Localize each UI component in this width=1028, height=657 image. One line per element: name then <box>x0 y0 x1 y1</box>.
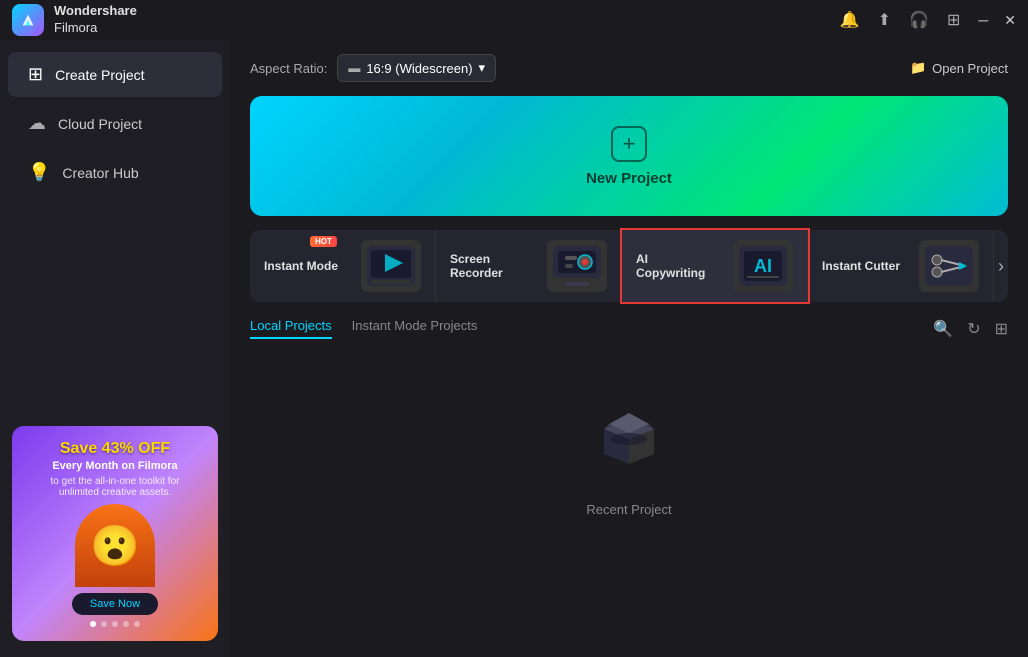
screen-recorder-image <box>547 240 607 292</box>
instant-mode-title: Instant Mode <box>264 259 338 273</box>
toolbar: Aspect Ratio: ▬ 16:9 (Widescreen) ▾ 📁 Op… <box>250 54 1008 82</box>
search-icon[interactable]: 🔍 <box>933 319 953 339</box>
titlebar-left: Wondershare Filmora <box>12 3 137 37</box>
aspect-ratio-icon: ▬ <box>348 61 360 75</box>
dot-3 <box>112 621 118 627</box>
empty-state: Recent Project <box>250 353 1008 553</box>
main-layout: ⊞ Create Project ☁ Cloud Project 💡 Creat… <box>0 40 1028 657</box>
minimize-button[interactable]: ─ <box>978 12 988 28</box>
chevron-right-icon: › <box>998 256 1004 277</box>
app-logo <box>12 4 44 36</box>
ad-save-button[interactable]: Save Now <box>72 593 158 615</box>
open-project-button[interactable]: 📁 Open Project <box>910 60 1008 76</box>
dot-1 <box>90 621 96 627</box>
sidebar-item-label-create-project: Create Project <box>55 67 144 83</box>
open-project-label: Open Project <box>932 61 1008 76</box>
window-controls: ─ ✕ <box>978 12 1016 29</box>
titlebar: Wondershare Filmora 🔔 ⬆ 🎧 ⊞ ─ ✕ <box>0 0 1028 40</box>
sidebar-item-creator-hub[interactable]: 💡 Creator Hub <box>8 150 222 195</box>
sidebar-item-cloud-project[interactable]: ☁ Cloud Project <box>8 101 222 146</box>
hot-badge: HOT <box>310 236 337 247</box>
feature-row-next-button[interactable]: › <box>994 230 1008 302</box>
new-project-card[interactable]: + New Project <box>250 96 1008 216</box>
instant-cutter-title: Instant Cutter <box>822 259 900 273</box>
grid-view-icon[interactable]: ⊞ <box>995 319 1008 339</box>
close-button[interactable]: ✕ <box>1004 12 1016 29</box>
ad-banner: Save 43% OFF Every Month on Filmora to g… <box>12 426 218 641</box>
tab-instant-mode-projects[interactable]: Instant Mode Projects <box>352 318 478 339</box>
feature-card-instant-cutter[interactable]: Instant Cutter <box>808 230 994 302</box>
screen-recorder-title: Screen Recorder <box>450 252 530 280</box>
download-icon[interactable]: ⬆ <box>878 10 891 30</box>
notification-icon[interactable]: 🔔 <box>840 10 860 30</box>
feature-card-ai-copywriting[interactable]: AI Copywriting AI <box>622 230 808 302</box>
empty-box-icon <box>584 389 674 488</box>
titlebar-right: 🔔 ⬆ 🎧 ⊞ ─ ✕ <box>840 10 1016 30</box>
refresh-icon[interactable]: ↻ <box>967 319 980 339</box>
headset-icon[interactable]: 🎧 <box>909 10 929 30</box>
ad-save-text: Save 43% OFF <box>60 440 170 458</box>
dot-4 <box>123 621 129 627</box>
tab-local-projects[interactable]: Local Projects <box>250 318 332 339</box>
cloud-project-icon: ☁ <box>28 113 46 134</box>
new-project-label: New Project <box>586 170 672 187</box>
ad-carousel-dots <box>90 621 140 627</box>
tabs-row: Local Projects Instant Mode Projects 🔍 ↻… <box>250 318 1008 339</box>
aspect-label: Aspect Ratio: <box>250 61 327 76</box>
aspect-value: 16:9 (Widescreen) <box>366 61 472 76</box>
ai-copywriting-image: AI <box>733 240 793 292</box>
chevron-down-icon: ▾ <box>479 60 486 76</box>
feature-card-instant-mode[interactable]: Instant Mode HOT <box>250 230 436 302</box>
aspect-select[interactable]: ▬ 16:9 (Widescreen) ▾ <box>337 54 496 82</box>
ad-body-text: Every Month on Filmora <box>52 460 177 472</box>
ad-person-image <box>75 504 155 587</box>
app-name: Wondershare Filmora <box>54 3 137 37</box>
new-project-plus-icon: + <box>611 126 647 162</box>
tabs-left: Local Projects Instant Mode Projects <box>250 318 477 339</box>
dot-5 <box>134 621 140 627</box>
aspect-section: Aspect Ratio: ▬ 16:9 (Widescreen) ▾ <box>250 54 496 82</box>
empty-label: Recent Project <box>586 502 671 517</box>
feature-row: Instant Mode HOT Screen Recorder <box>250 230 1008 302</box>
instant-mode-image <box>361 240 421 292</box>
grid-icon[interactable]: ⊞ <box>947 10 960 30</box>
instant-cutter-image <box>919 240 979 292</box>
tabs-right: 🔍 ↻ ⊞ <box>933 319 1008 339</box>
sidebar-item-label-cloud-project: Cloud Project <box>58 116 142 132</box>
ad-sub-text: to get the all-in-one toolkit forunlimit… <box>51 476 180 498</box>
svg-text:AI: AI <box>754 256 772 276</box>
sidebar-item-create-project[interactable]: ⊞ Create Project <box>8 52 222 97</box>
creator-hub-icon: 💡 <box>28 162 50 183</box>
content-area: Aspect Ratio: ▬ 16:9 (Widescreen) ▾ 📁 Op… <box>230 40 1028 657</box>
sidebar-item-label-creator-hub: Creator Hub <box>62 165 138 181</box>
folder-icon: 📁 <box>910 60 926 76</box>
feature-card-screen-recorder[interactable]: Screen Recorder <box>436 230 622 302</box>
ai-copywriting-title: AI Copywriting <box>636 252 716 280</box>
create-project-icon: ⊞ <box>28 64 43 85</box>
dot-2 <box>101 621 107 627</box>
sidebar: ⊞ Create Project ☁ Cloud Project 💡 Creat… <box>0 40 230 657</box>
